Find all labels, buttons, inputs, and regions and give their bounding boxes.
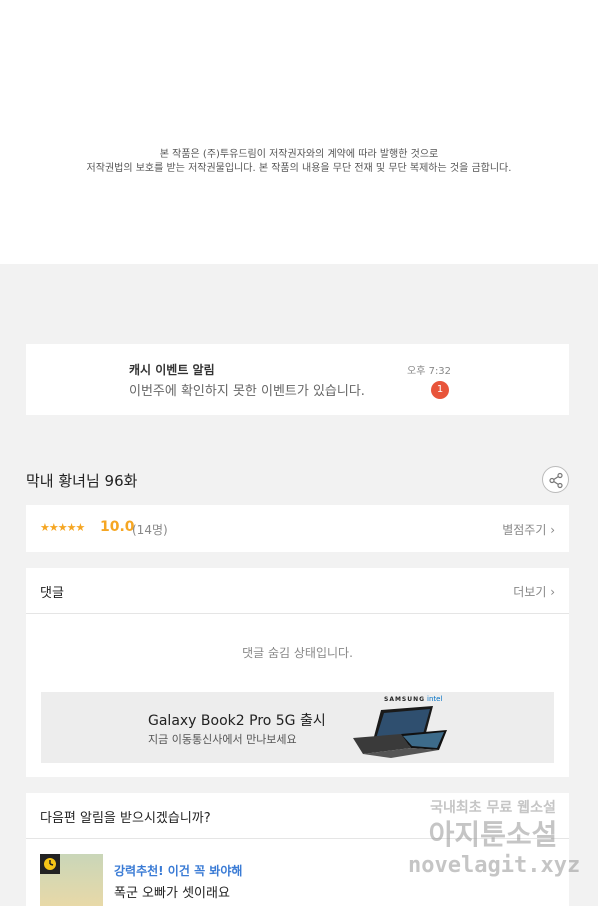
notice-time: 오후 7:32 bbox=[407, 366, 452, 377]
comments-hidden-text: 댓글 숨김 상태입니다. bbox=[242, 646, 353, 660]
copyright-line-1: 본 작품은 (주)투유드림이 저작권자와의 계약에 따라 발행한 것으로 bbox=[159, 149, 439, 160]
rating-count: (14명) bbox=[132, 523, 168, 537]
rating-card: ★★★★★ 10.0 (14명) 별점주기 › bbox=[26, 505, 569, 552]
rate-button[interactable]: 별점주기 › bbox=[502, 521, 555, 538]
notice-title: 캐시 이벤트 알림 bbox=[129, 363, 215, 377]
next-alert-title: 다음편 알림을 받으시겠습니까? bbox=[40, 811, 211, 826]
divider bbox=[26, 613, 569, 614]
cash-event-notice[interactable]: 캐시 이벤트 알림 이번주에 확인하지 못한 이벤트가 있습니다. 오후 7:3… bbox=[26, 344, 569, 415]
watermark: 국내최초 무료 웹소설 아지툰소설 novelagit.xyz bbox=[408, 798, 581, 890]
watermark-line-1: 국내최초 무료 웹소설 bbox=[430, 800, 556, 816]
watermark-line-2: 아지툰소설 bbox=[428, 818, 558, 851]
recommend-title[interactable]: 폭군 오빠가 셋이래요 bbox=[114, 882, 230, 901]
ad-brand-logo: SAMSUNG bbox=[384, 696, 426, 703]
recommend-thumbnail[interactable] bbox=[40, 854, 103, 906]
laptop-image bbox=[353, 706, 447, 758]
watermark-line-3: novelagit.xyz bbox=[408, 853, 581, 878]
recommend-label: 강력추천! 이건 꼭 봐야해 bbox=[114, 864, 243, 878]
notice-count-badge: 1 bbox=[431, 381, 449, 399]
comments-card: 댓글 더보기 › 댓글 숨김 상태입니다. Galaxy Book2 Pro 5… bbox=[26, 568, 569, 777]
clock-icon bbox=[40, 854, 60, 874]
ad-partner-logo: intel bbox=[427, 695, 443, 703]
rating-score: 10.0 bbox=[100, 519, 135, 535]
ad-subtitle: 지금 이동통신사에서 만나보세요 bbox=[148, 733, 297, 746]
ad-banner[interactable]: Galaxy Book2 Pro 5G 출시 지금 이동통신사에서 만나보세요 … bbox=[41, 692, 554, 763]
episode-title: 막내 황녀님 96화 bbox=[26, 472, 138, 490]
share-icon bbox=[549, 472, 563, 489]
share-button[interactable] bbox=[542, 466, 569, 493]
copyright-line-2: 저작권법의 보호를 받는 저작권물입니다. 본 작품의 내용을 무단 전재 및 … bbox=[86, 163, 512, 174]
ad-title: Galaxy Book2 Pro 5G 출시 bbox=[148, 713, 326, 729]
viewer-end-area: 본 작품은 (주)투유드림이 저작권자와의 계약에 따라 발행한 것으로 저작권… bbox=[0, 0, 598, 264]
copyright-notice: 본 작품은 (주)투유드림이 저작권자와의 계약에 따라 발행한 것으로 저작권… bbox=[0, 148, 598, 176]
rating-stars: ★★★★★ bbox=[40, 521, 85, 534]
comments-title: 댓글 bbox=[40, 586, 64, 601]
comments-more-link[interactable]: 더보기 › bbox=[513, 583, 555, 600]
notice-body: 이번주에 확인하지 못한 이벤트가 있습니다. bbox=[129, 384, 365, 399]
